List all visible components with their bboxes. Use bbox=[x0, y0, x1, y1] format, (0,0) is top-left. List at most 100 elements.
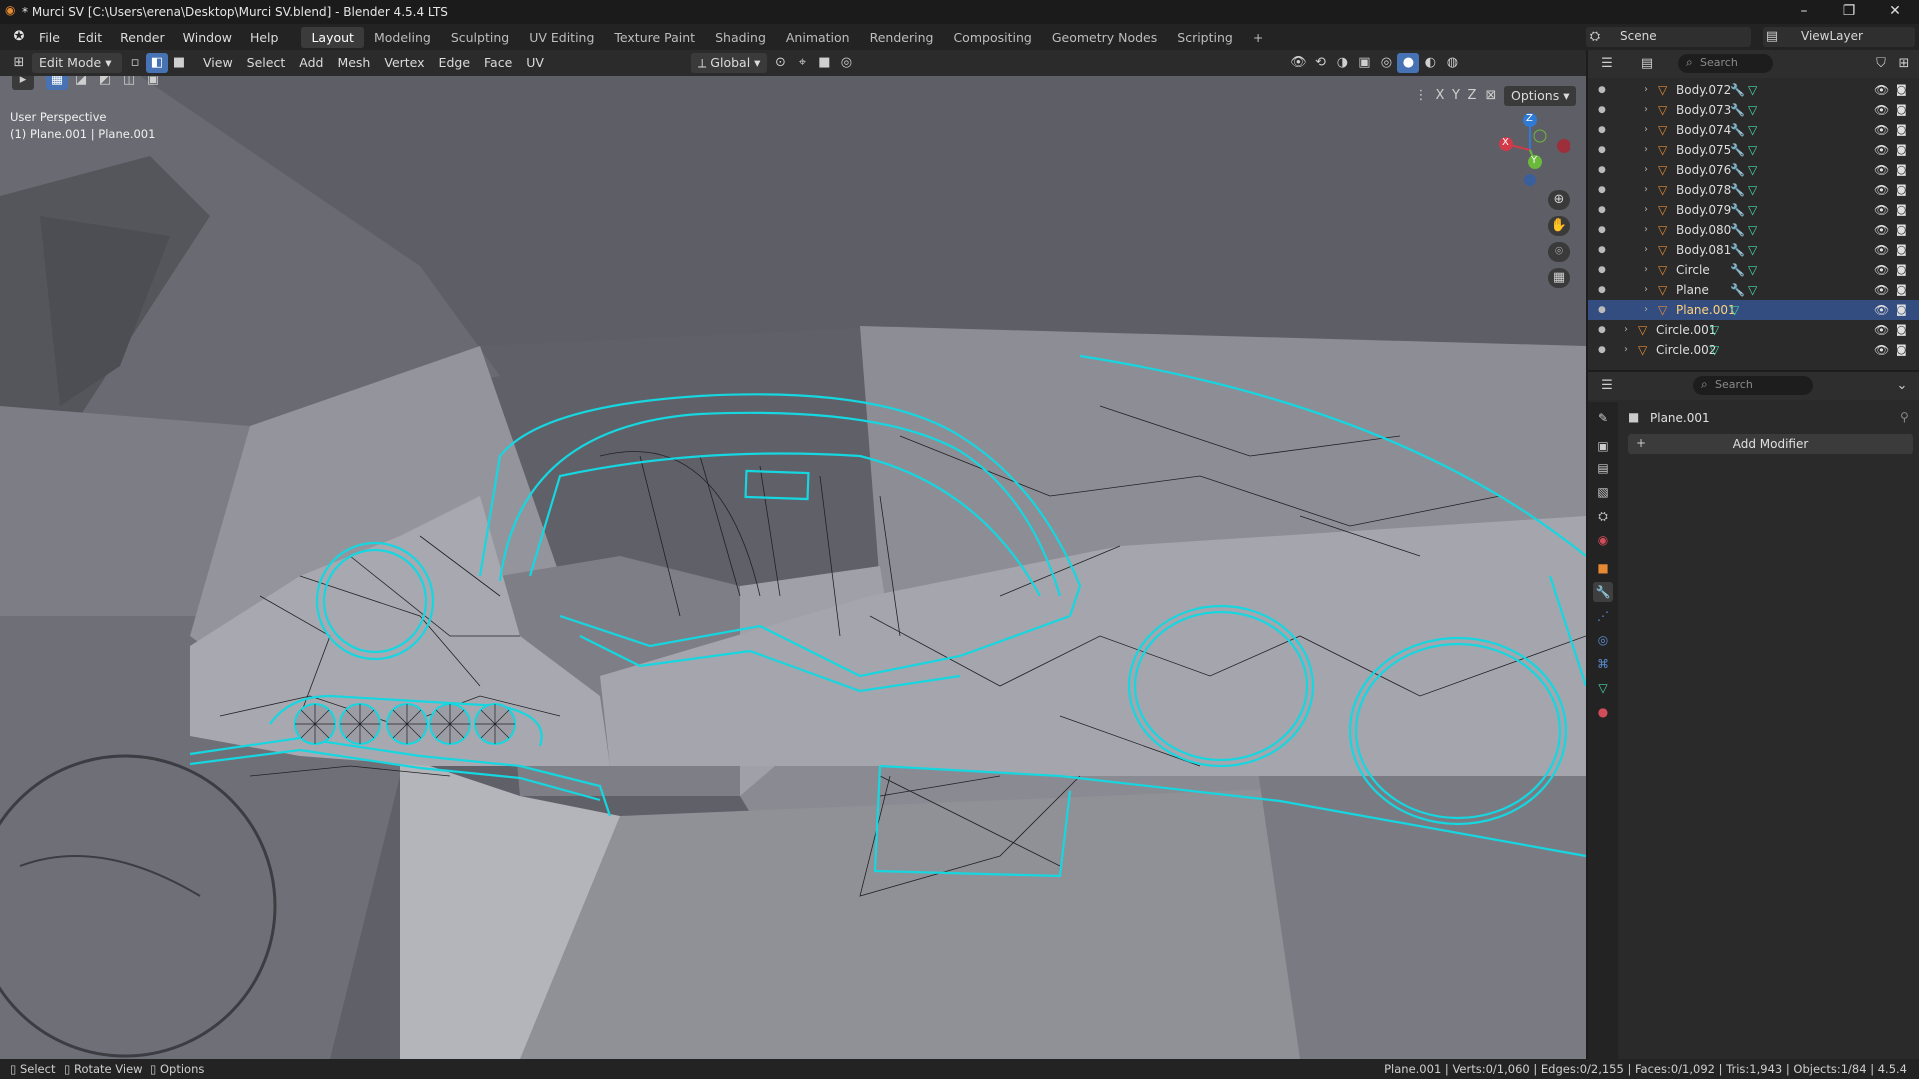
rendered-shading-icon[interactable]: ◍ bbox=[1441, 53, 1463, 73]
tab-geometry-nodes[interactable]: Geometry Nodes bbox=[1042, 27, 1167, 48]
3d-viewport[interactable]: User Perspective (1) Plane.001 | Plane.0… bbox=[0, 76, 1586, 1059]
visibility-dot-icon[interactable]: ● bbox=[1598, 140, 1606, 160]
minimize-button[interactable]: – bbox=[1781, 0, 1827, 24]
visibility-dot-icon[interactable]: ● bbox=[1598, 260, 1606, 280]
editor-type-icon[interactable]: ⊞ bbox=[8, 53, 30, 73]
modifier-wrench-icon[interactable]: 🔧 bbox=[1730, 200, 1745, 220]
menu-edge[interactable]: Edge bbox=[432, 53, 477, 73]
expand-arrow-icon[interactable]: › bbox=[1624, 340, 1628, 360]
tab-scripting[interactable]: Scripting bbox=[1167, 27, 1243, 48]
outliner-row[interactable]: ● › ▽ Body.072 🔧 ▽ 👁 ◙ bbox=[1588, 80, 1919, 100]
modifier-wrench-icon[interactable]: 🔧 bbox=[1730, 80, 1745, 100]
ortho-grid-icon[interactable]: ▦ bbox=[1548, 268, 1570, 288]
expand-arrow-icon[interactable]: › bbox=[1624, 320, 1628, 340]
menu-add[interactable]: Add bbox=[292, 53, 330, 73]
visibility-dot-icon[interactable]: ● bbox=[1598, 100, 1606, 120]
expand-arrow-icon[interactable]: › bbox=[1644, 120, 1648, 140]
expand-arrow-icon[interactable]: › bbox=[1644, 220, 1648, 240]
snap-icon[interactable]: ⌖ bbox=[791, 53, 813, 73]
camera-render-icon[interactable]: ◙ bbox=[1896, 240, 1907, 260]
material-shading-icon[interactable]: ◐ bbox=[1419, 53, 1441, 73]
camera-render-icon[interactable]: ◙ bbox=[1896, 180, 1907, 200]
menu-window[interactable]: Window bbox=[174, 30, 241, 45]
outliner-search-input[interactable]: ⌕ Search bbox=[1678, 54, 1773, 73]
outliner-row[interactable]: ● › ▽ Body.081 🔧 ▽ 👁 ◙ bbox=[1588, 240, 1919, 260]
visibility-dot-icon[interactable]: ● bbox=[1598, 240, 1606, 260]
camera-render-icon[interactable]: ◙ bbox=[1896, 260, 1907, 280]
eye-icon[interactable]: 👁 bbox=[1874, 320, 1889, 340]
mesh-data-tab-icon[interactable]: ▽ bbox=[1593, 678, 1613, 698]
eye-icon[interactable]: 👁 bbox=[1874, 80, 1889, 100]
select-new-icon[interactable]: ▦ bbox=[46, 76, 68, 90]
outliner-row[interactable]: ● › ▽ Plane 🔧 ▽ 👁 ◙ bbox=[1588, 280, 1919, 300]
expand-arrow-icon[interactable]: › bbox=[1644, 300, 1648, 320]
tab-uv-editing[interactable]: UV Editing bbox=[519, 27, 604, 48]
camera-render-icon[interactable]: ◙ bbox=[1896, 200, 1907, 220]
camera-render-icon[interactable]: ◙ bbox=[1896, 120, 1907, 140]
overlay-icon[interactable]: ◑ bbox=[1331, 53, 1353, 73]
outliner-row[interactable]: ● › ▽ Circle 🔧 ▽ 👁 ◙ bbox=[1588, 260, 1919, 280]
view-layer-tab-icon[interactable]: ▧ bbox=[1593, 482, 1613, 502]
visibility-dot-icon[interactable]: ● bbox=[1598, 280, 1606, 300]
menu-vertex[interactable]: Vertex bbox=[377, 53, 431, 73]
mesh-data-icon[interactable]: ▽ bbox=[1748, 160, 1757, 180]
eye-icon[interactable]: 👁 bbox=[1874, 100, 1889, 120]
add-modifier-button[interactable]: + Add Modifier bbox=[1628, 434, 1913, 454]
snap-target-icon[interactable]: ■ bbox=[813, 53, 835, 73]
physics-tab-icon[interactable]: ◎ bbox=[1593, 630, 1613, 650]
visibility-dot-icon[interactable]: ● bbox=[1598, 180, 1606, 200]
axis-z-toggle[interactable]: Z bbox=[1464, 86, 1480, 106]
close-button[interactable]: ✕ bbox=[1872, 0, 1918, 24]
mesh-data-icon[interactable]: ▽ bbox=[1748, 200, 1757, 220]
maximize-button[interactable]: ❐ bbox=[1826, 0, 1872, 24]
eye-icon[interactable]: 👁 bbox=[1874, 120, 1889, 140]
menu-edit[interactable]: Edit bbox=[69, 30, 111, 45]
display-mode-icon[interactable]: ▤ bbox=[1636, 54, 1658, 74]
mesh-data-icon[interactable]: ▽ bbox=[1748, 280, 1757, 300]
transform-orientation-dropdown[interactable]: ⟂ Global ▾ bbox=[690, 53, 768, 73]
visibility-dot-icon[interactable]: ● bbox=[1598, 340, 1606, 360]
constraints-tab-icon[interactable]: ⌘ bbox=[1593, 654, 1613, 674]
object-tab-icon[interactable]: ■ bbox=[1593, 558, 1613, 578]
mesh-data-icon[interactable]: ▽ bbox=[1748, 120, 1757, 140]
add-workspace-icon[interactable]: + bbox=[1243, 27, 1273, 48]
select-invert-icon[interactable]: ◫ bbox=[118, 76, 140, 90]
options-dropdown[interactable]: Options ▾ bbox=[1504, 86, 1577, 106]
modifier-wrench-icon[interactable]: 🔧 bbox=[1730, 280, 1745, 300]
visibility-dot-icon[interactable]: ● bbox=[1598, 300, 1606, 320]
eye-icon[interactable]: 👁 bbox=[1874, 140, 1889, 160]
menu-face[interactable]: Face bbox=[477, 53, 519, 73]
modifier-wrench-icon[interactable]: 🔧 bbox=[1730, 260, 1745, 280]
proportional-edit-icon[interactable]: ◎ bbox=[835, 53, 857, 73]
camera-render-icon[interactable]: ◙ bbox=[1896, 80, 1907, 100]
mesh-data-icon[interactable]: ▽ bbox=[1748, 180, 1757, 200]
eye-icon[interactable]: 👁 bbox=[1874, 220, 1889, 240]
xray-icon[interactable]: ▣ bbox=[1353, 53, 1375, 73]
axis-y-toggle[interactable]: Y bbox=[1448, 86, 1464, 106]
expand-arrow-icon[interactable]: › bbox=[1644, 200, 1648, 220]
tab-rendering[interactable]: Rendering bbox=[860, 27, 944, 48]
eye-icon[interactable]: 👁 bbox=[1874, 340, 1889, 360]
select-box-icon[interactable]: ▸ bbox=[12, 76, 34, 90]
outliner-row[interactable]: ● › ▽ Circle.002 ▽ 👁 ◙ bbox=[1588, 340, 1919, 360]
eye-icon[interactable]: 👁 bbox=[1874, 280, 1889, 300]
tab-modeling[interactable]: Modeling bbox=[364, 27, 441, 48]
modifier-tab-icon[interactable]: 🔧 bbox=[1593, 582, 1613, 602]
tab-shading[interactable]: Shading bbox=[705, 27, 776, 48]
visibility-dot-icon[interactable]: ● bbox=[1598, 160, 1606, 180]
mesh-data-icon[interactable]: ▽ bbox=[1748, 260, 1757, 280]
eye-icon[interactable]: 👁 bbox=[1874, 200, 1889, 220]
properties-search-input[interactable]: ⌕ Search bbox=[1693, 376, 1813, 395]
expand-arrow-icon[interactable]: › bbox=[1644, 180, 1648, 200]
visibility-dot-icon[interactable]: ● bbox=[1598, 220, 1606, 240]
camera-render-icon[interactable]: ◙ bbox=[1896, 300, 1907, 320]
menu-select[interactable]: Select bbox=[240, 53, 293, 73]
mirror-icon[interactable]: ⋮ bbox=[1410, 86, 1432, 106]
camera-render-icon[interactable]: ◙ bbox=[1896, 100, 1907, 120]
camera-render-icon[interactable]: ◙ bbox=[1896, 280, 1907, 300]
eye-icon[interactable]: 👁 bbox=[1874, 160, 1889, 180]
new-collection-icon[interactable]: ⊞ bbox=[1893, 54, 1915, 74]
tab-compositing[interactable]: Compositing bbox=[943, 27, 1041, 48]
chevron-down-icon[interactable]: ⌄ bbox=[1891, 376, 1913, 396]
tab-animation[interactable]: Animation bbox=[776, 27, 860, 48]
